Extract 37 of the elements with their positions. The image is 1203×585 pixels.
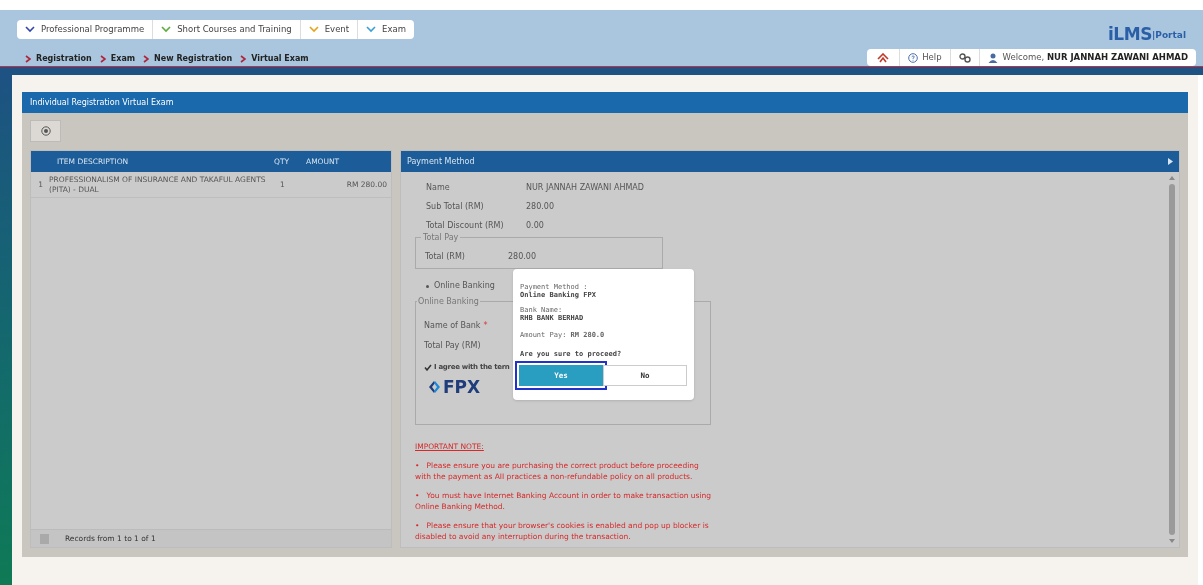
chevron-right-icon bbox=[25, 55, 31, 63]
menu-tab[interactable]: Professional Programme bbox=[17, 20, 154, 39]
field-label: Total Discount (RM) bbox=[426, 219, 505, 232]
field-value: 0.00 bbox=[526, 219, 544, 232]
user-icon bbox=[987, 52, 998, 63]
required-mark: * bbox=[483, 320, 488, 332]
field-label: Name bbox=[426, 181, 451, 194]
field-label: Sub Total (RM) bbox=[426, 200, 485, 213]
breadcrumb-link[interactable]: Registration bbox=[36, 53, 92, 65]
field-value: NUR JANNAH ZAWANI AHMAD bbox=[526, 181, 644, 194]
field-label: Name of Bank bbox=[424, 320, 481, 332]
field-value: 280.00 bbox=[526, 200, 554, 213]
panel-title: Individual Registration Virtual Exam bbox=[30, 96, 174, 109]
chevron-right-icon[interactable] bbox=[1168, 158, 1173, 165]
target-icon bbox=[40, 126, 51, 136]
breadcrumb-link[interactable]: Exam bbox=[110, 53, 136, 65]
checkbox[interactable] bbox=[424, 363, 432, 372]
menu-tab[interactable]: Short Courses and Training bbox=[153, 20, 301, 39]
field-label: Total Pay (RM) bbox=[424, 340, 481, 352]
help-icon bbox=[908, 52, 919, 63]
field-value: 280.00 bbox=[508, 251, 536, 263]
menu-tab[interactable]: Event bbox=[300, 20, 359, 39]
chevron-right-icon bbox=[240, 55, 247, 63]
breadcrumb-link[interactable]: New Registration bbox=[154, 53, 233, 65]
chevron-right-icon bbox=[143, 55, 150, 63]
radio-button[interactable] bbox=[425, 283, 430, 289]
chevron-right-icon bbox=[99, 55, 106, 63]
record-button[interactable] bbox=[30, 120, 61, 142]
field-label: Total (RM) bbox=[425, 251, 466, 263]
breadcrumb-link[interactable]: Virtual Exam bbox=[251, 53, 309, 65]
welcome-text: Welcome, NUR JANNAH ZAWANI AHMAD bbox=[1002, 51, 1188, 64]
payment-title: Payment Method bbox=[407, 155, 475, 168]
group-legend: Total Pay bbox=[421, 232, 461, 244]
radio-label: Online Banking bbox=[434, 280, 495, 292]
group-legend: Online Banking bbox=[417, 296, 480, 308]
logo: iLMS|Portal bbox=[1107, 26, 1186, 43]
menu-tab[interactable]: Exam bbox=[358, 20, 414, 39]
